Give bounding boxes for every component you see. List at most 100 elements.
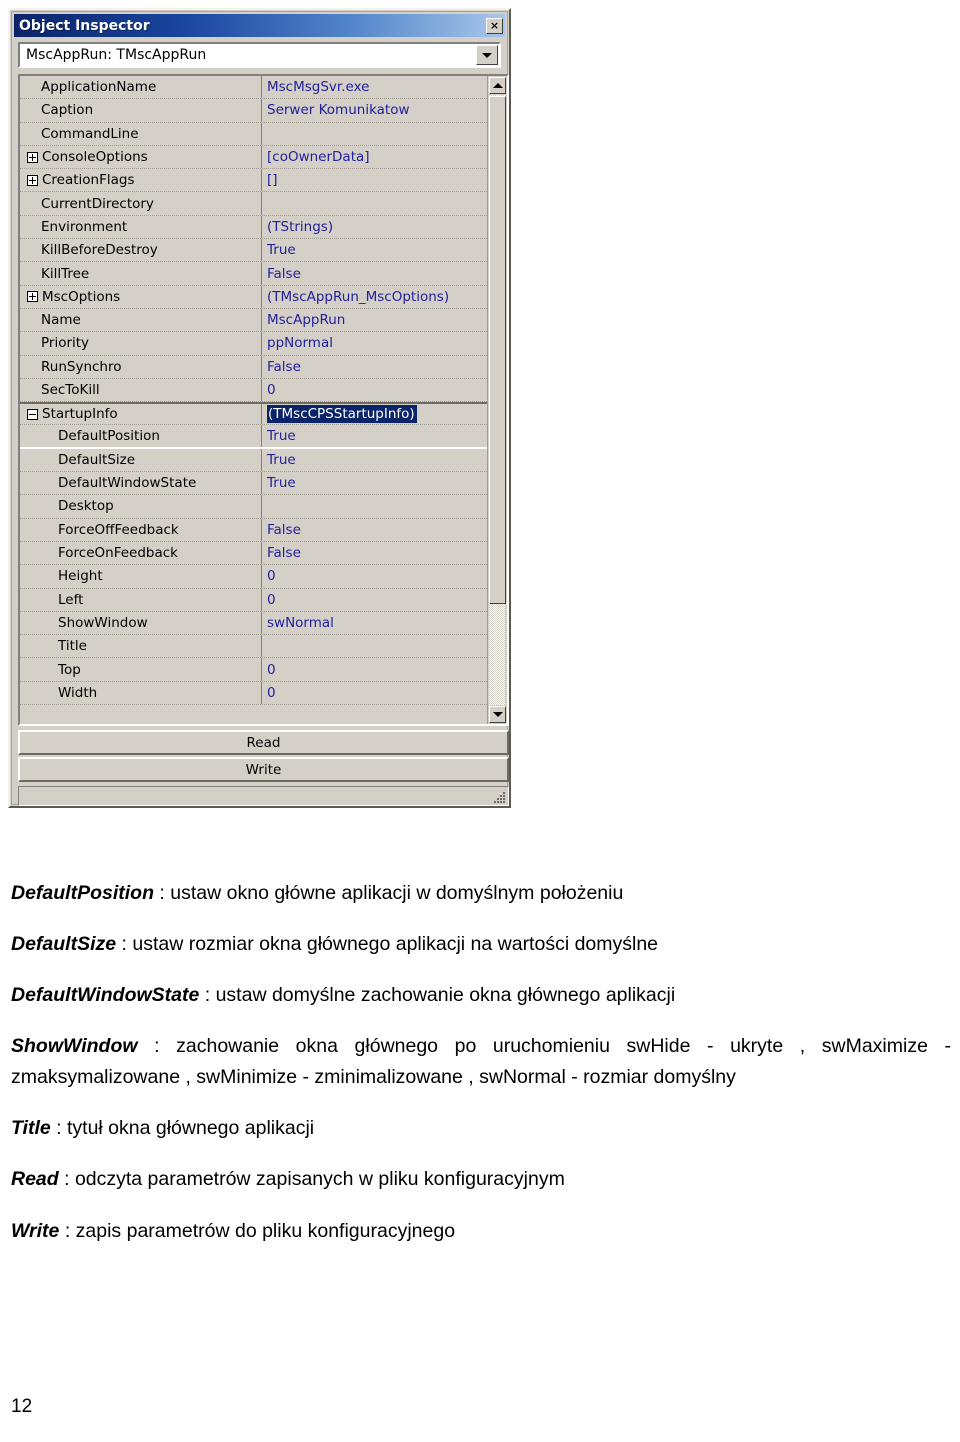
window-titlebar[interactable]: Object Inspector × [14, 14, 505, 37]
table-row[interactable]: KillBeforeDestroy True [20, 239, 487, 263]
property-value-cell[interactable]: [coOwnerData] [262, 146, 487, 168]
table-row[interactable]: CurrentDirectory [20, 192, 487, 216]
property-name-cell[interactable]: Environment [20, 215, 262, 239]
chevron-down-icon[interactable] [476, 45, 498, 65]
property-value-cell[interactable]: 0 [262, 682, 487, 704]
property-name-cell[interactable]: Priority [20, 332, 262, 355]
window-title: Object Inspector [19, 17, 150, 34]
scrollbar-thumb[interactable] [489, 96, 506, 604]
property-value-cell[interactable] [262, 192, 487, 214]
property-value-cell[interactable]: 0 [262, 658, 487, 680]
table-row[interactable]: Name MscAppRun [20, 308, 487, 333]
expand-plus-icon[interactable] [27, 291, 38, 303]
property-value-cell[interactable]: Serwer Komunikatow [262, 99, 487, 121]
table-row[interactable]: StartupInfo (TMscCPSStartupInfo) [20, 402, 487, 426]
table-row[interactable]: ForceOffFeedback False [20, 518, 487, 542]
property-value-cell[interactable]: 0 [262, 379, 487, 401]
property-name-cell[interactable]: CommandLine [20, 122, 262, 145]
collapse-minus-icon[interactable] [27, 408, 38, 420]
property-value-cell[interactable]: (TMscCPSStartupInfo) [262, 404, 487, 424]
property-name-cell[interactable]: DefaultPosition [20, 425, 262, 447]
property-name-cell[interactable]: DefaultWindowState [20, 472, 262, 495]
property-value-cell[interactable]: [] [262, 169, 487, 191]
property-name-cell[interactable]: Width [20, 681, 262, 705]
property-value-cell[interactable] [262, 495, 487, 517]
document-text-block: DefaultPosition : ustaw okno główne apli… [11, 858, 951, 1257]
table-row[interactable]: ForceOnFeedback False [20, 541, 487, 566]
property-name-cell[interactable]: SecToKill [20, 378, 262, 402]
table-row[interactable]: KillTree False [20, 262, 487, 286]
table-row[interactable]: ShowWindow swNormal [20, 611, 487, 636]
chevron-down-glyph [482, 52, 492, 58]
property-grid-scrollbar[interactable] [487, 76, 507, 724]
property-name-cell[interactable]: Name [20, 308, 262, 332]
property-name-cell[interactable]: StartupInfo [20, 404, 262, 425]
table-row[interactable]: CreationFlags [] [20, 169, 487, 193]
table-row[interactable]: Caption Serwer Komunikatow [20, 99, 487, 123]
property-name-cell[interactable]: Left [20, 588, 262, 611]
property-value-cell[interactable]: True [262, 239, 487, 261]
table-row[interactable]: Left 0 [20, 588, 487, 612]
property-name-cell[interactable]: RunSynchro [20, 355, 262, 378]
table-row[interactable]: Title [20, 635, 487, 659]
table-row[interactable]: SecToKill 0 [20, 378, 487, 403]
property-name-cell[interactable]: MscOptions [20, 285, 262, 308]
property-name-cell[interactable]: KillBeforeDestroy [20, 239, 262, 262]
property-value-cell[interactable]: swNormal [262, 612, 487, 634]
property-name-cell[interactable]: ApplicationName [20, 76, 262, 99]
property-value-cell[interactable]: True [262, 449, 487, 471]
property-value-cell[interactable]: MscAppRun [262, 309, 487, 331]
property-value-cell[interactable]: False [262, 262, 487, 284]
table-row[interactable]: Environment (TStrings) [20, 215, 487, 240]
property-name-cell[interactable]: Title [20, 635, 262, 658]
table-row[interactable]: DefaultWindowState True [20, 472, 487, 496]
scroll-down-icon[interactable] [489, 706, 506, 723]
table-row[interactable]: ConsoleOptions [coOwnerData] [20, 145, 487, 170]
property-name-cell[interactable]: ForceOffFeedback [20, 518, 262, 541]
table-row[interactable]: RunSynchro False [20, 355, 487, 379]
property-grid[interactable]: ApplicationName MscMsgSvr.exe Caption Serwe… [18, 74, 509, 726]
table-row[interactable]: Top 0 [20, 658, 487, 682]
table-row[interactable]: CommandLine [20, 122, 487, 146]
close-icon[interactable]: × [486, 17, 503, 34]
expand-plus-icon[interactable] [27, 151, 38, 163]
component-selector-combobox[interactable]: MscAppRun: TMscAppRun [18, 42, 501, 68]
property-name-cell[interactable]: Top [20, 658, 262, 681]
property-name-cell[interactable]: ConsoleOptions [20, 145, 262, 169]
table-row[interactable]: DefaultPosition True [20, 425, 487, 449]
table-row[interactable]: Desktop [20, 495, 487, 519]
property-name-cell[interactable]: Height [20, 565, 262, 588]
property-value-cell[interactable]: ppNormal [262, 332, 487, 354]
property-value-cell[interactable]: (TStrings) [262, 216, 487, 238]
property-value-cell[interactable]: True [262, 425, 487, 446]
resize-grip-icon[interactable] [492, 790, 506, 804]
property-value-cell[interactable]: True [262, 472, 487, 494]
property-value-cell[interactable]: False [262, 519, 487, 541]
property-name-cell[interactable]: DefaultSize [20, 448, 262, 472]
write-button[interactable]: Write [18, 757, 509, 782]
table-row[interactable]: DefaultSize True [20, 448, 487, 473]
table-row[interactable]: Width 0 [20, 681, 487, 706]
property-value-cell[interactable]: MscMsgSvr.exe [262, 76, 487, 98]
property-name-cell[interactable]: ShowWindow [20, 611, 262, 635]
property-name-cell[interactable]: ForceOnFeedback [20, 541, 262, 565]
property-value-cell[interactable]: 0 [262, 589, 487, 611]
property-name-cell[interactable]: KillTree [20, 262, 262, 285]
property-name-cell[interactable]: Caption [20, 99, 262, 122]
table-row[interactable]: MscOptions (TMscAppRun_MscOptions) [20, 285, 487, 309]
read-button[interactable]: Read [18, 730, 509, 755]
table-row[interactable]: ApplicationName MscMsgSvr.exe [20, 76, 487, 100]
property-value-cell[interactable]: 0 [262, 565, 487, 587]
property-value-cell[interactable]: False [262, 356, 487, 378]
property-value-cell[interactable]: (TMscAppRun_MscOptions) [262, 286, 487, 308]
property-name-cell[interactable]: Desktop [20, 495, 262, 518]
table-row[interactable]: Height 0 [20, 565, 487, 589]
scroll-up-icon[interactable] [489, 77, 506, 94]
property-name-cell[interactable]: CreationFlags [20, 169, 262, 192]
table-row[interactable]: Priority ppNormal [20, 332, 487, 356]
property-value-cell[interactable] [262, 635, 487, 657]
property-value-cell[interactable] [262, 123, 487, 145]
property-name-cell[interactable]: CurrentDirectory [20, 192, 262, 215]
expand-plus-icon[interactable] [27, 174, 38, 186]
property-value-cell[interactable]: False [262, 542, 487, 564]
